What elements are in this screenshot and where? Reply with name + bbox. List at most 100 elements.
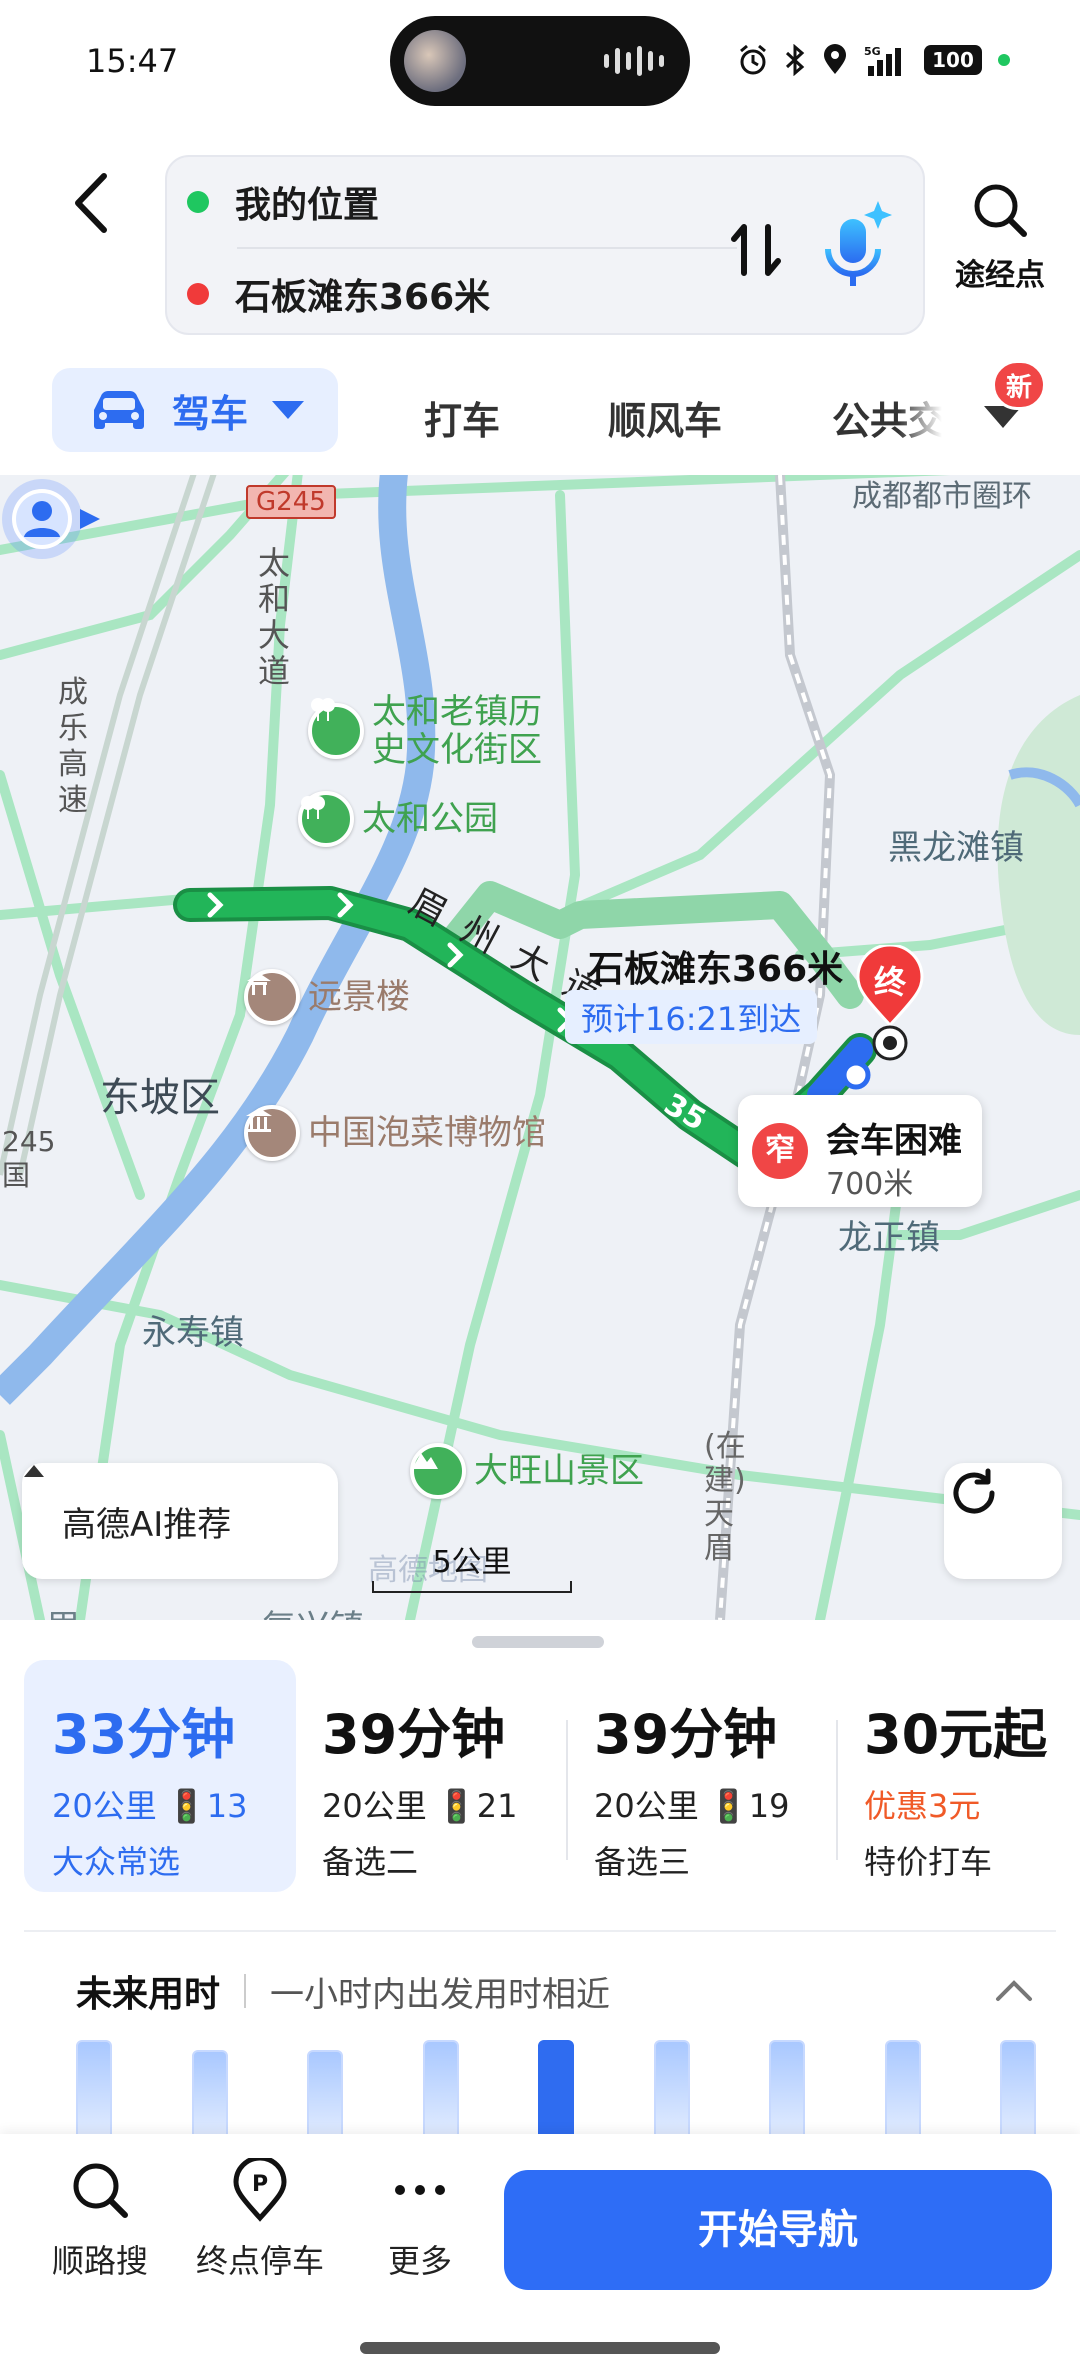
plan-price: 30元起 (864, 1703, 1048, 1766)
end-parking-button[interactable]: P 终点停车 (190, 2155, 330, 2282)
poi-yuanjing-tower-label: 远景楼 (308, 977, 410, 1017)
end-marker[interactable]: 终 (854, 945, 926, 1035)
swap-icon[interactable] (722, 215, 792, 285)
status-bar: 15:47 5G 100 (0, 0, 1080, 120)
media-thumbnail (404, 30, 466, 92)
destination-text: 石板滩东366米 (235, 277, 491, 318)
future-time-header[interactable]: 未来用时 一小时内出发用时相近 (76, 1965, 610, 2017)
route-plan-2[interactable]: 39分钟 20公里 🚦21 备选二 (294, 1660, 566, 1892)
more-button[interactable]: 更多 (350, 2158, 490, 2282)
plan-tag: 备选三 (594, 1843, 691, 1881)
waypoint-label: 途经点 (955, 258, 1045, 293)
road-g245-label: G245 (246, 485, 336, 519)
end-parking-label: 终点停车 (195, 2242, 324, 2280)
future-time-separator (244, 1974, 247, 2008)
poi-pickle-museum[interactable]: 中国泡菜博物馆 (244, 1105, 546, 1161)
poi-taihe-park-label: 太和公园 (362, 799, 498, 839)
plan-meta: 20公里 🚦21 (322, 1787, 518, 1825)
road-245-label: 245国 (2, 1125, 56, 1192)
back-arrow-icon[interactable] (62, 168, 122, 238)
plan-duration: 39分钟 (594, 1703, 778, 1766)
map-scale: 5公里 (372, 1537, 572, 1593)
refresh-button[interactable] (944, 1463, 1062, 1579)
origin-dot (187, 191, 209, 213)
route-plan-1[interactable]: 33分钟 20公里 🚦13 大众常选 (24, 1660, 296, 1892)
signal-5g-icon: 5G (864, 45, 901, 76)
route-plan-3[interactable]: 39分钟 20公里 🚦19 备选三 (566, 1660, 838, 1892)
dynamic-island[interactable] (390, 16, 690, 106)
pavilion-icon (244, 969, 300, 1025)
town-heilongtan-label: 黑龙滩镇 (888, 828, 1024, 868)
future-time-subtitle: 一小时内出发用时相近 (270, 1974, 611, 2015)
start-navigation-button[interactable]: 开始导航 (504, 2170, 1052, 2290)
narrow-road-badge: 窄 (752, 1123, 808, 1179)
future-time-title: 未来用时 (76, 1974, 221, 2015)
map-view[interactable]: G245 太和大道 成乐高速 眉州大道 成都都市圈环 245国 (在建)天眉 3… (0, 475, 1080, 1620)
eta-label: 预计16:21到达 (565, 990, 818, 1044)
route-plan-list: 33分钟 20公里 🚦13 大众常选 39分钟 20公里 🚦21 备选二 39分… (24, 1660, 1060, 1892)
tab-drive-label: 驾车 (172, 391, 249, 436)
plan-meta: 20公里 🚦13 (52, 1787, 248, 1825)
sheet-drag-handle[interactable] (472, 1636, 604, 1648)
battery-indicator: 100 (924, 45, 982, 75)
audio-wave-icon (604, 46, 664, 76)
poi-taihe-oldtown[interactable]: 太和老镇历 史文化街区 (308, 693, 542, 769)
road-taihe-label: 太和大道 (258, 544, 291, 690)
poi-dawangshan[interactable]: 大旺山景区 (410, 1443, 644, 1499)
search-icon (974, 184, 1027, 237)
museum-icon (244, 1105, 300, 1161)
route-input-card: 我的位置 石板滩东366米 (165, 155, 925, 335)
tab-drive[interactable]: 驾车 (52, 368, 338, 452)
bluetooth-icon (785, 44, 805, 76)
more-dots-icon (395, 2185, 445, 2195)
tab-ride-share[interactable]: 顺风车 (608, 390, 722, 445)
road-warning-card[interactable]: 窄 会车困难 700米 (738, 1095, 982, 1207)
sheet-divider (24, 1930, 1056, 1932)
svg-text:P: P (252, 2172, 268, 2197)
along-route-search-label: 顺路搜 (51, 2242, 148, 2280)
destination-field[interactable]: 石板滩东366米 (187, 249, 490, 339)
warning-distance: 700米 (826, 1167, 914, 1202)
destination-point-icon (872, 1025, 908, 1061)
along-route-search-button[interactable]: 顺路搜 (30, 2158, 170, 2282)
poi-yuanjing-tower[interactable]: 远景楼 (244, 969, 410, 1025)
home-indicator[interactable] (360, 2342, 720, 2354)
poi-dawangshan-label: 大旺山景区 (474, 1451, 644, 1491)
refresh-icon (953, 1468, 995, 1514)
status-icons: 5G 100 (738, 40, 1010, 80)
tab-transit[interactable]: 公共交 (832, 390, 942, 445)
user-location-marker[interactable] (0, 475, 120, 565)
town-yongshou-label: 永寿镇 (142, 1313, 244, 1353)
tree-icon (298, 791, 354, 847)
parking-pin-icon: P (233, 2155, 287, 2222)
plan-tag: 大众常选 (52, 1843, 181, 1881)
taxi-plan[interactable]: 30元起 优惠3元 特价打车 (836, 1660, 1080, 1892)
origin-field[interactable]: 我的位置 (187, 157, 379, 247)
transport-tabs: 驾车 打车 顺风车 公共交 (0, 360, 1080, 470)
town-dongpo-label: 东坡区 (100, 1075, 220, 1121)
waypoint-button[interactable]: 途经点 (945, 180, 1055, 294)
voice-assistant-icon[interactable] (812, 197, 902, 297)
privacy-dot (998, 54, 1010, 66)
map-scale-label: 5公里 (432, 1545, 512, 1580)
plan-duration: 39分钟 (322, 1703, 506, 1766)
origin-text: 我的位置 (235, 185, 380, 226)
tab-taxi[interactable]: 打车 (424, 390, 500, 445)
destination-dot (187, 283, 209, 305)
plan-tag: 特价打车 (864, 1843, 993, 1881)
alarm-icon (740, 44, 766, 75)
poi-pickle-museum-label: 中国泡菜博物馆 (308, 1113, 546, 1153)
car-icon (94, 391, 144, 429)
destination-map-label: 石板滩东366米 (588, 949, 844, 990)
chevron-up-icon[interactable] (992, 1975, 1036, 2005)
vehicle-position-icon (841, 1060, 871, 1090)
plan-tag: 备选二 (322, 1843, 419, 1881)
warning-title: 会车困难 (826, 1121, 962, 1161)
search-icon (73, 2163, 128, 2218)
poi-taihe-park[interactable]: 太和公园 (298, 791, 498, 847)
chevron-down-icon (272, 401, 305, 419)
end-marker-label: 终 (873, 963, 906, 1001)
ai-recommend-button[interactable]: 高德AI推荐 (22, 1463, 338, 1579)
tree-icon (308, 698, 364, 759)
town-bottom-left-label: 眉 (46, 1600, 80, 1620)
